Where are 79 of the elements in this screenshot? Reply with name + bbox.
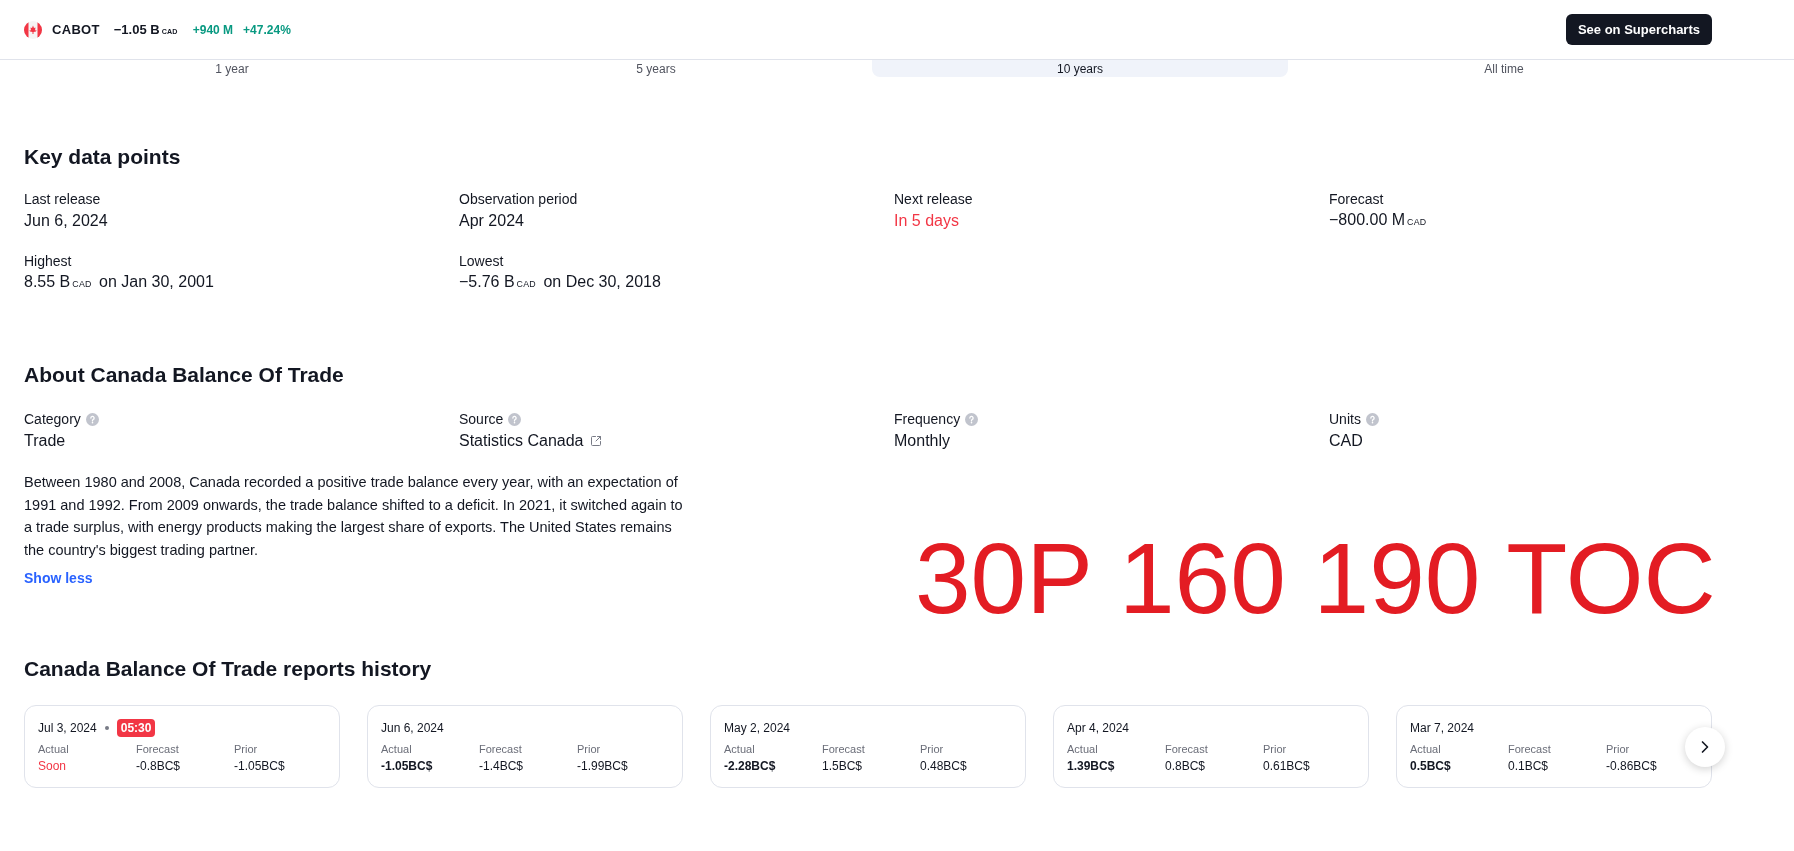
- data-label: Last release: [24, 190, 101, 209]
- field-value: Monthly: [894, 431, 951, 451]
- flag-icon: [24, 20, 42, 39]
- stat-value: 1.5BC$: [822, 758, 864, 775]
- report-date: Apr 4, 2024: [1067, 720, 1130, 737]
- stat-label: Forecast: [822, 742, 866, 757]
- stat-value: 0.5BC$: [1410, 758, 1452, 775]
- stat-label: Forecast: [1165, 742, 1209, 757]
- stat-label: Prior: [234, 742, 259, 757]
- price-change: +940 M: [192, 22, 234, 37]
- stat-label: Prior: [1263, 742, 1288, 757]
- section-title: About Canada Balance Of Trade: [24, 362, 345, 388]
- stat-value: -1.05BC$: [381, 758, 434, 775]
- stat-label: Actual: [38, 742, 70, 757]
- report-card[interactable]: Jul 3, 2024 05:30 Actual Soon Forecast -0.8BC$ Prior -1.05BC$: [24, 705, 340, 789]
- data-value: In 5 days: [894, 211, 959, 231]
- period-tab[interactable]: 5 years: [448, 60, 864, 77]
- period-tab[interactable]: 1 year: [24, 60, 440, 77]
- stat-label: Actual: [381, 742, 413, 757]
- data-label: Next release: [894, 190, 973, 209]
- field-label: Source: [459, 410, 504, 429]
- section-title: Key data points: [24, 144, 182, 170]
- stat-value: -1.99BC$: [577, 758, 629, 775]
- handwritten-note: 30P 160 190 TOC: [915, 528, 1716, 628]
- stat-value: 0.1BC$: [1508, 758, 1550, 775]
- stat-value: 0.8BC$: [1165, 758, 1207, 775]
- stat-value: 0.48BC$: [920, 758, 968, 775]
- stat-value: -0.86BC$: [1606, 758, 1658, 775]
- data-label: Highest: [24, 252, 72, 271]
- report-card[interactable]: Jun 6, 2024 Actual -1.05BC$ Forecast -1.4BC$ Prior -1.99BC$: [367, 705, 683, 789]
- stat-value: -0.8BC$: [136, 758, 182, 775]
- section-title: Canada Balance Of Trade reports history: [24, 656, 433, 683]
- help-icon[interactable]: [85, 412, 99, 426]
- field-label: Units: [1329, 410, 1361, 429]
- stat-value: Soon: [38, 758, 68, 775]
- report-card[interactable]: Apr 4, 2024 Actual 1.39BC$ Forecast 0.8BC$ Prior 0.61BC$: [1053, 705, 1369, 789]
- stat-label: Actual: [724, 742, 756, 757]
- stat-value: 1.39BC$: [1067, 758, 1116, 775]
- stat-label: Actual: [1410, 742, 1442, 757]
- source-link[interactable]: Statistics Canada: [459, 429, 584, 453]
- help-icon[interactable]: [508, 412, 522, 426]
- report-card[interactable]: May 2, 2024 Actual -2.28BC$ Forecast 1.5BC$ Prior 0.48BC$: [710, 705, 1026, 789]
- price-change-percent: +47.24%: [243, 22, 291, 37]
- field-label: Category: [24, 410, 81, 429]
- period-tab[interactable]: All time: [1296, 60, 1712, 77]
- supercharts-button[interactable]: See on Supercharts: [1565, 14, 1712, 45]
- show-less-link[interactable]: Show less: [24, 568, 93, 589]
- stat-value: 0.61BC$: [1263, 758, 1311, 775]
- help-icon[interactable]: [1365, 412, 1379, 426]
- stat-value: -1.05BC$: [234, 758, 286, 775]
- help-icon[interactable]: [965, 412, 979, 426]
- stat-label: Prior: [920, 742, 945, 757]
- data-label: Forecast: [1329, 190, 1384, 209]
- stat-label: Forecast: [479, 742, 523, 757]
- stat-value: -1.4BC$: [479, 758, 525, 775]
- description-text: Between 1980 and 2008, Canada recorded a positive trade balance every year, with an expectation of 1991 and 1992. From 2009 onwards, the trade balance shifted to a deficit. In 2021, it switched again to a trade surplus, with energy products making the largest share of exports. The United States remains the country's biggest trading partner.: [24, 473, 684, 560]
- stat-label: Actual: [1067, 742, 1099, 757]
- report-date: May 2, 2024: [724, 720, 791, 737]
- field-label: Frequency: [894, 410, 961, 429]
- ticker-symbol: CABOT: [52, 22, 100, 37]
- field-value: CAD: [1329, 431, 1363, 451]
- report-date: Jul 3, 2024: [38, 720, 97, 737]
- stat-label: Forecast: [1508, 742, 1552, 757]
- next-button[interactable]: [1685, 726, 1725, 767]
- external-link-icon[interactable]: [589, 435, 602, 447]
- stat-label: Forecast: [136, 742, 180, 757]
- stat-label: Prior: [1606, 742, 1631, 757]
- stat-label: Prior: [577, 742, 602, 757]
- period-tab[interactable]: 10 years: [872, 60, 1288, 77]
- data-value: Apr 2024: [459, 211, 524, 231]
- data-value: Jun 6, 2024: [24, 211, 108, 231]
- time-badge: 05:30: [116, 719, 156, 738]
- data-label: Lowest: [459, 252, 504, 271]
- dot-icon: [104, 726, 109, 731]
- data-label: Observation period: [459, 190, 578, 209]
- report-date: Mar 7, 2024: [1410, 720, 1475, 737]
- field-value: Trade: [24, 431, 66, 451]
- stat-value: -2.28BC$: [724, 758, 777, 775]
- report-date: Jun 6, 2024: [381, 720, 444, 737]
